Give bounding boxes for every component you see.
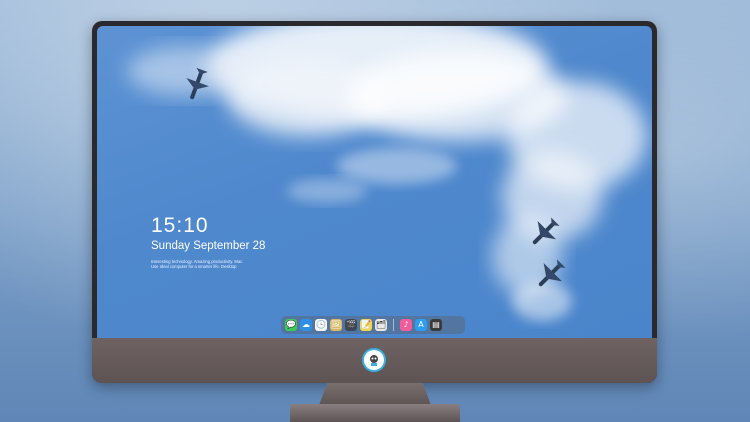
- lock-screen-time: 15:10: [151, 214, 209, 237]
- airplane-icon: [538, 259, 566, 287]
- gallery-icon[interactable]: 🗂: [375, 319, 387, 331]
- brand-logo-icon: [364, 350, 384, 370]
- screen-wallpaper: 15:10 Sunday September 28 Interesting te…: [97, 26, 652, 338]
- message-bubble-icon[interactable]: 💬: [285, 319, 297, 331]
- fine-print-line: Use Ideal computer for a smarter life. D…: [151, 264, 237, 269]
- monitor-stand-base: [290, 404, 460, 422]
- dock-separator: [393, 319, 394, 331]
- airplane-icon: [532, 217, 560, 245]
- photo-frame-icon[interactable]: 🖼: [330, 319, 342, 331]
- airplane-icon: [186, 67, 209, 100]
- music-note-icon[interactable]: ♪: [400, 319, 412, 331]
- clock-icon[interactable]: 🕒: [315, 319, 327, 331]
- clapper-icon[interactable]: 🎬: [345, 319, 357, 331]
- lock-screen-date: Sunday September 28: [151, 240, 266, 252]
- cloud-wallpaper: [127, 26, 647, 321]
- lock-screen-fine-print: Interesting technology. Amazing producti…: [151, 259, 271, 269]
- terminal-icon[interactable]: ▤: [430, 319, 442, 331]
- cloud-icon[interactable]: ☁: [300, 319, 312, 331]
- app-store-icon[interactable]: A: [415, 319, 427, 331]
- dock: 💬 ☁ 🕒 🖼 🎬 📝 🗂 ♪ A ▤: [281, 316, 465, 334]
- note-icon[interactable]: 📝: [360, 319, 372, 331]
